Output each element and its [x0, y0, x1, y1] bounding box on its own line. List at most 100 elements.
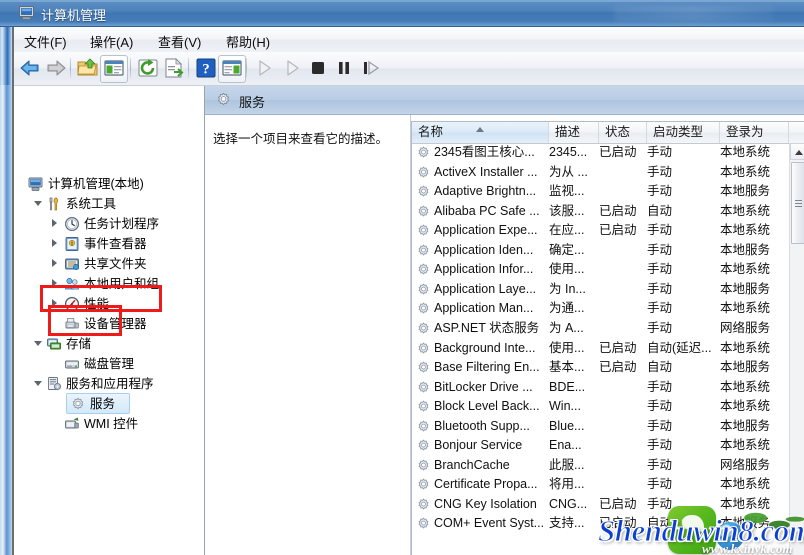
results-header-title: 服务	[239, 95, 266, 110]
start-service-icon[interactable]	[252, 56, 276, 80]
table-row[interactable]: Certificate Propa... 将用... 手动 本地系统	[412, 475, 789, 494]
table-row[interactable]: Application Iden... 确定... 手动 本地服务	[412, 241, 789, 260]
table-row[interactable]: ASP.NET 状态服务为 A... 手动 网络服务	[412, 319, 789, 338]
table-row[interactable]: Background Inte... 使用... 已启动 自动(延迟... 本地系统	[412, 339, 789, 358]
show-tree-icon[interactable]	[102, 56, 126, 80]
cell-name: BranchCache	[434, 457, 510, 472]
chevron-down-icon[interactable]	[33, 378, 44, 389]
menu-item-help[interactable]: 帮助(H)	[222, 31, 274, 52]
chevron-down-icon[interactable]	[33, 338, 44, 349]
cell-startup-type: 手动	[647, 477, 673, 492]
gear-icon	[418, 244, 429, 256]
table-row[interactable]: Application Man... 为通... 手动 本地系统	[412, 299, 789, 318]
stop-service-icon[interactable]	[306, 56, 330, 80]
clock-icon	[64, 216, 80, 232]
tree-label: 服务和应用程序	[66, 377, 154, 391]
scroll-up-button[interactable]	[790, 143, 804, 160]
forward-icon[interactable]	[44, 56, 68, 80]
menu-item-action[interactable]: 操作(A)	[86, 31, 137, 52]
computer-icon	[19, 6, 34, 20]
resume-service-icon[interactable]	[280, 56, 304, 80]
cell-status: 已启动	[599, 340, 637, 355]
chevron-down-icon[interactable]	[33, 198, 44, 209]
cell-name: Adaptive Brightn...	[434, 184, 537, 199]
disk-icon	[65, 360, 79, 369]
column-header-startup-type[interactable]: 启动类型	[647, 122, 720, 143]
cell-name: Application Man...	[434, 301, 534, 316]
cell-log-on-as: 本地系统	[720, 399, 771, 414]
toolbar-separator-1	[70, 58, 71, 78]
column-header-label: 名称	[418, 125, 444, 139]
cell-log-on-as: 本地系统	[720, 164, 771, 179]
chevron-right-icon[interactable]	[50, 278, 61, 289]
toolbar-separator-2	[130, 58, 131, 78]
pause-service-icon[interactable]	[332, 56, 356, 80]
tree-label: 存储	[66, 337, 92, 351]
export-list-icon[interactable]	[162, 56, 186, 80]
scrollbar-thumb[interactable]	[791, 162, 804, 244]
services-list-header: 名称 描述 状态 启动类型 登录为	[412, 122, 804, 144]
cell-name: 2345看图王核心...	[434, 145, 535, 159]
cell-startup-type: 手动	[647, 399, 673, 414]
cell-log-on-as: 本地服务	[720, 184, 771, 199]
show-action-pane-icon[interactable]	[220, 56, 244, 80]
tree-label: 服务	[90, 397, 116, 411]
table-row[interactable]: Application Expe... 在应... 已启动 手动 本地系统	[412, 221, 789, 240]
cell-log-on-as: 本地系统	[720, 203, 771, 218]
cell-startup-type: 手动	[647, 320, 673, 335]
cell-startup-type: 手动	[647, 242, 673, 257]
cell-startup-type: 手动	[647, 223, 673, 238]
cell-startup-type: 手动	[647, 418, 673, 433]
table-row[interactable]: BitLocker Drive ... BDE... 手动 本地系统	[412, 378, 789, 397]
cell-startup-type: 自动	[647, 360, 673, 375]
back-icon[interactable]	[18, 56, 42, 80]
window-left-border	[12, 0, 14, 555]
chevron-right-icon[interactable]	[50, 298, 61, 309]
cell-name: Application Laye...	[434, 281, 537, 296]
cell-description: 支持...	[549, 516, 585, 531]
refresh-icon[interactable]	[136, 56, 160, 80]
column-header-description[interactable]: 描述	[549, 122, 599, 143]
column-header-log-on-as[interactable]: 登录为	[720, 122, 789, 143]
toolbar-separator-4	[246, 58, 247, 78]
table-row[interactable]: Bluetooth Supp... Blue... 手动 本地服务	[412, 417, 789, 436]
service-description-pane: 选择一个项目来查看它的描述。	[205, 115, 411, 555]
table-row[interactable]: ActiveX Installer ... 为从 ... 手动 本地系统	[412, 163, 789, 182]
gear-icon	[418, 146, 429, 158]
gear-icon	[418, 342, 429, 353]
column-header-status[interactable]: 状态	[599, 122, 647, 143]
cell-log-on-as: 本地系统	[720, 340, 771, 355]
table-row[interactable]: Application Laye... 为 In... 手动 本地服务	[412, 280, 789, 299]
cell-log-on-as: 本地系统	[720, 379, 771, 394]
cell-status: 已启动	[599, 203, 637, 218]
table-row[interactable]: BranchCache 此服... 手动 网络服务	[412, 456, 789, 475]
up-folder-icon[interactable]	[76, 56, 100, 80]
chevron-right-icon[interactable]	[50, 218, 61, 229]
table-row[interactable]: 2345看图王核心... 2345... 已启动 手动 本地系统	[412, 143, 789, 162]
chevron-right-icon[interactable]	[50, 258, 61, 269]
window-left-edge-lower	[0, 85, 12, 555]
gear-icon	[418, 478, 429, 490]
gear-icon	[418, 361, 429, 373]
column-header-name[interactable]: 名称	[412, 122, 549, 143]
cell-name: Background Inte...	[434, 340, 536, 355]
restart-service-icon[interactable]	[358, 56, 382, 80]
services-list-scrollbar[interactable]	[789, 143, 804, 555]
menu-item-view[interactable]: 查看(V)	[154, 31, 205, 52]
console-tree-pane: 计算机管理(本地) 系统工具 任务计划程序 事件查看器 共享文件夹 本地用户和组…	[14, 86, 205, 555]
table-row[interactable]: Adaptive Brightn... 监视... 手动 本地服务	[412, 182, 789, 201]
chevron-right-icon[interactable]	[50, 238, 61, 249]
wmi-icon	[65, 417, 79, 429]
table-row[interactable]: Application Infor... 使用... 手动 本地系统	[412, 260, 789, 279]
table-row[interactable]: Block Level Back... Win... 手动 本地系统	[412, 397, 789, 416]
table-row[interactable]: Base Filtering En... 基本... 已启动 自动 本地服务	[412, 358, 789, 377]
help-icon[interactable]: ?	[194, 56, 218, 80]
table-row[interactable]: Alibaba PC Safe ... 该服... 已启动 自动 本地系统	[412, 202, 789, 221]
tree-label: 计算机管理(本地)	[48, 177, 144, 191]
cell-name: Application Expe...	[434, 223, 538, 238]
gear-icon	[418, 498, 429, 510]
tree-label: 性能	[84, 297, 110, 311]
menu-item-file[interactable]: 文件(F)	[20, 31, 71, 52]
table-row[interactable]: Bonjour Service Ena... 手动 本地系统	[412, 436, 789, 455]
results-pane: 服务 选择一个项目来查看它的描述。 名称 描述 状态 启动类型 登录为 2345…	[205, 86, 804, 555]
